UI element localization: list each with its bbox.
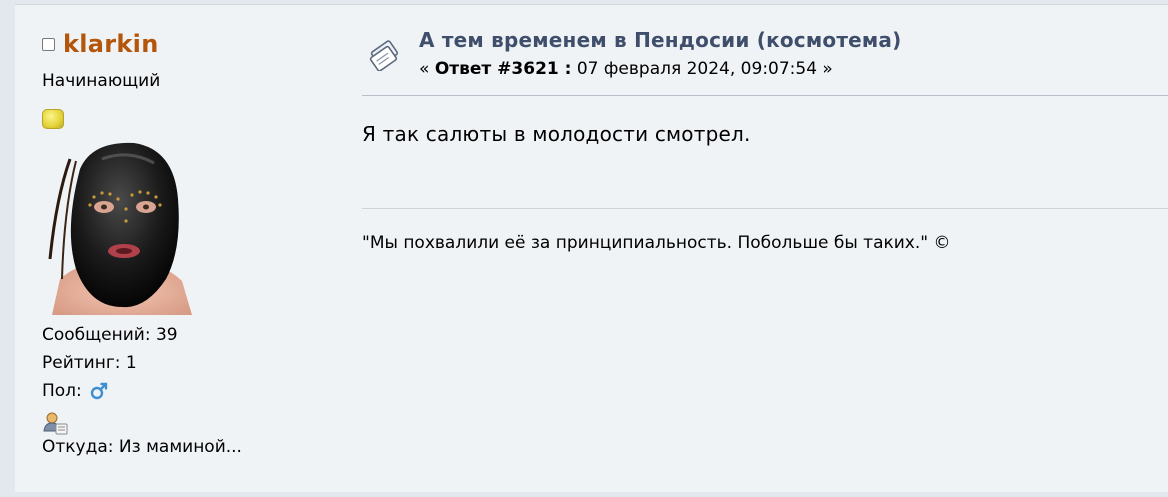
post-date: 07 февраля 2024, 09:07:54 » — [571, 59, 833, 79]
post-meta: « Ответ #3621 : 07 февраля 2024, 09:07:5… — [419, 59, 833, 79]
profile-card-icon[interactable] — [42, 411, 68, 435]
male-gender-icon — [90, 382, 108, 400]
gender-label: Пол: — [42, 381, 82, 401]
post-count: Сообщений: 39 — [42, 325, 178, 345]
post-xx-icon — [369, 40, 399, 71]
avatar[interactable] — [42, 139, 198, 315]
poster-info: klarkin Начинающий Сообщений: 39 Рейтинг… — [42, 29, 342, 457]
poster-name-link[interactable]: klarkin — [63, 30, 159, 58]
location: Откуда: Из маминой... — [42, 437, 242, 457]
reply-number[interactable]: Ответ #3621 : — [435, 59, 572, 79]
poster-name-row: klarkin — [42, 29, 342, 59]
rank-star-icon — [42, 109, 64, 129]
gender-row: Пол: — [42, 377, 342, 405]
member-group: Начинающий — [42, 71, 161, 91]
meta-prefix: « — [419, 59, 435, 79]
rating: Рейтинг: 1 — [42, 353, 137, 373]
post-body: Я так салюты в молодости смотрел. — [362, 122, 751, 146]
header-divider — [362, 95, 1168, 96]
post-subject-link[interactable]: А тем временем в Пендосии (космотема) — [419, 28, 901, 52]
offline-status-icon — [42, 37, 55, 51]
signature-divider — [362, 208, 1168, 209]
forum-post: klarkin Начинающий Сообщений: 39 Рейтинг… — [15, 4, 1168, 492]
signature: "Мы похвалили её за принципиальность. По… — [362, 233, 951, 253]
